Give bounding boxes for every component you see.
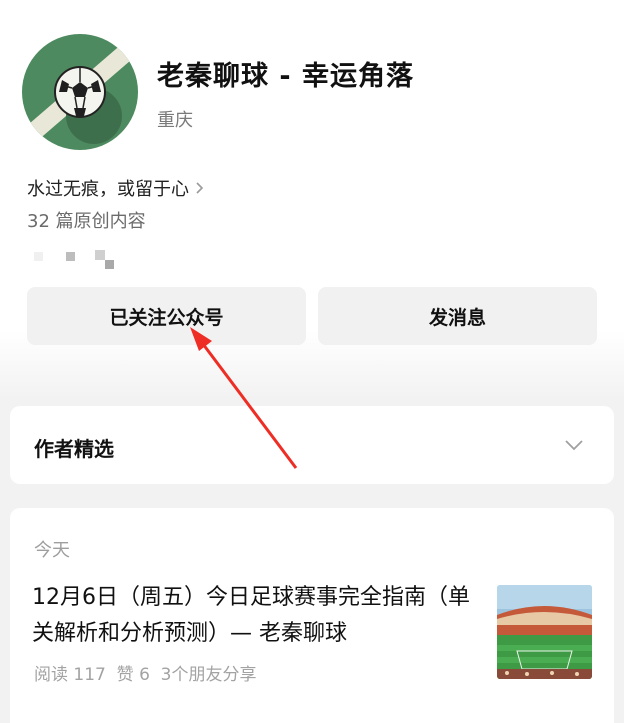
bio-text: 水过无痕，或留于心 — [27, 179, 189, 200]
article-thumbnail[interactable] — [497, 585, 592, 679]
article-list-card: 今天 12月6日（周五）今日足球赛事完全指南（单关解析和分析预测）— 老秦聊球 … — [10, 508, 614, 723]
send-message-button[interactable]: 发消息 — [318, 287, 597, 345]
chevron-right-icon — [195, 181, 204, 195]
send-message-label: 发消息 — [428, 306, 486, 329]
article-date-group: 今天 — [34, 540, 70, 561]
account-name: 老秦聊球 - 幸运角落 — [157, 61, 415, 92]
author-picks-card[interactable]: 作者精选 — [10, 406, 614, 484]
bio-link[interactable]: 水过无痕，或留于心 — [27, 175, 204, 201]
blurred-info-strip — [34, 248, 134, 270]
original-content-count[interactable]: 32 篇原创内容 — [27, 207, 146, 233]
article-stats: 阅读 117 赞 6 3个朋友分享 — [34, 665, 257, 685]
follow-account-button[interactable]: 已关注公众号 — [27, 287, 306, 345]
chevron-down-icon[interactable] — [564, 436, 584, 455]
status-bar-fragment — [0, 0, 624, 2]
follow-account-label: 已关注公众号 — [109, 306, 224, 329]
author-picks-title: 作者精选 — [34, 437, 114, 461]
avatar[interactable] — [22, 34, 138, 150]
soccer-ball-avatar-icon — [22, 34, 138, 150]
article-title-link[interactable]: 12月6日（周五）今日足球赛事完全指南（单关解析和分析预测）— 老秦聊球 — [32, 580, 472, 652]
account-location: 重庆 — [157, 110, 193, 131]
